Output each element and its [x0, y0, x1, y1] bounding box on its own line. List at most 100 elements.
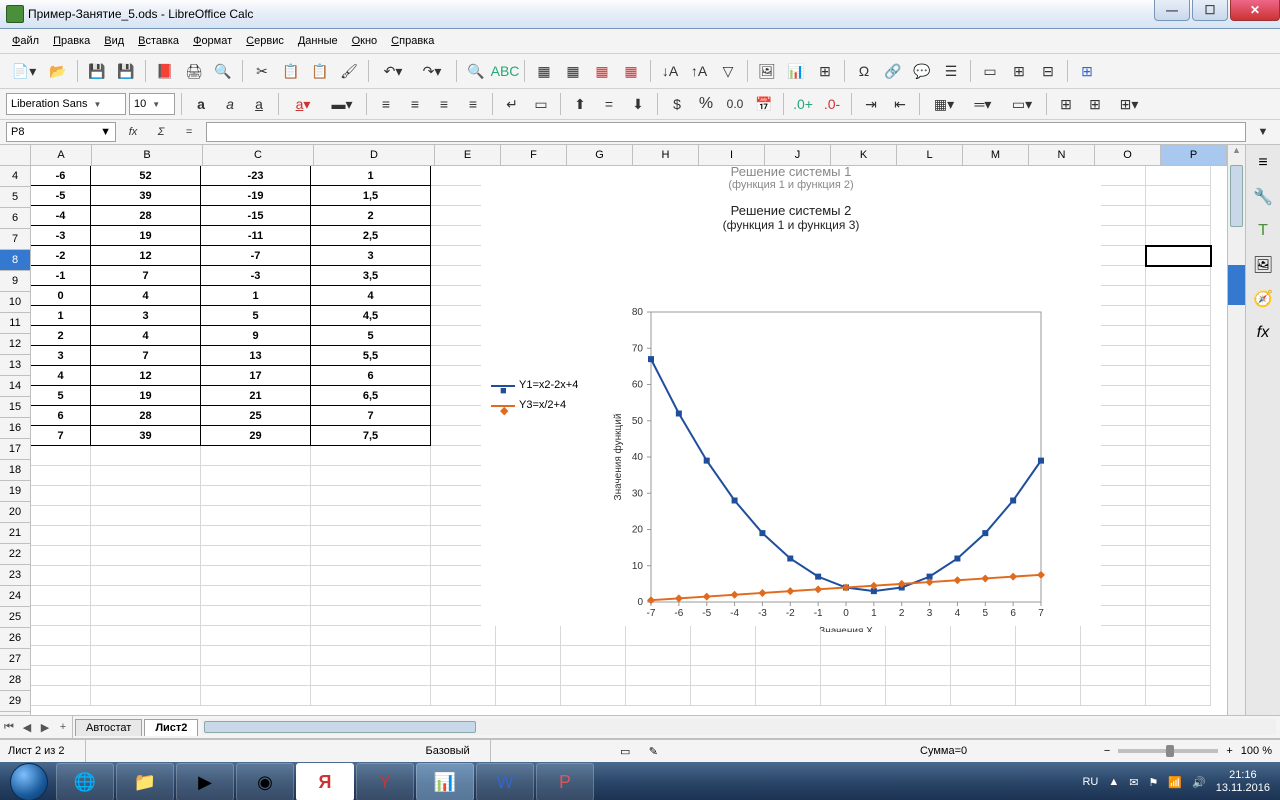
font-size-combo[interactable]: 10▼: [129, 93, 175, 115]
cell-B4[interactable]: 52: [91, 166, 201, 186]
cell-K30[interactable]: [821, 686, 886, 706]
cell-C23[interactable]: [201, 546, 311, 566]
cell-A9[interactable]: -1: [31, 266, 91, 286]
cell-A24[interactable]: [31, 566, 91, 586]
cell-B23[interactable]: [91, 546, 201, 566]
highlight-button[interactable]: ▬▾: [324, 91, 360, 117]
row-header-4[interactable]: 4: [0, 166, 30, 187]
redo-button[interactable]: ↷▾: [414, 58, 450, 84]
cell-C26[interactable]: [201, 606, 311, 626]
format-paint-button[interactable]: 🖌: [336, 58, 362, 84]
row-header-9[interactable]: 9: [0, 271, 30, 292]
cell-B22[interactable]: [91, 526, 201, 546]
vertical-scrollbar[interactable]: ▲: [1227, 145, 1245, 715]
sidebar-styles-icon[interactable]: T: [1251, 219, 1275, 243]
expand-formula-button[interactable]: ▼: [1252, 122, 1274, 142]
cell-N29[interactable]: [1016, 666, 1081, 686]
cell-B8[interactable]: 12: [91, 246, 201, 266]
row-header-16[interactable]: 16: [0, 418, 30, 439]
col-header-G[interactable]: G: [567, 145, 633, 165]
align-center-button[interactable]: ≡: [402, 91, 428, 117]
cell-P16[interactable]: [1146, 406, 1211, 426]
pdf-export-button[interactable]: 📕: [152, 58, 178, 84]
tray-volume-icon[interactable]: 🔊: [1192, 776, 1206, 789]
horizontal-scrollbar[interactable]: [202, 719, 1276, 735]
cell-L28[interactable]: [886, 646, 951, 666]
col-button[interactable]: ▦: [560, 58, 586, 84]
cell-P23[interactable]: [1146, 546, 1211, 566]
cell-B5[interactable]: 39: [91, 186, 201, 206]
cell-A17[interactable]: 7: [31, 426, 91, 446]
remove-decimal-button[interactable]: .0-: [819, 91, 845, 117]
taskbar-yandex-icon[interactable]: Я: [296, 763, 354, 800]
cell-M29[interactable]: [951, 666, 1016, 686]
cell-P11[interactable]: [1146, 306, 1211, 326]
cell-N30[interactable]: [1016, 686, 1081, 706]
dec-indent-button[interactable]: ⇤: [887, 91, 913, 117]
row-header-28[interactable]: 28: [0, 670, 30, 691]
align-right-button[interactable]: ≡: [431, 91, 457, 117]
start-button[interactable]: [2, 762, 56, 800]
cell-D25[interactable]: [311, 586, 431, 606]
wrap-button[interactable]: ↵: [499, 91, 525, 117]
cell-C22[interactable]: [201, 526, 311, 546]
cell-B18[interactable]: [91, 446, 201, 466]
menu-Вставка[interactable]: Вставка: [132, 32, 185, 50]
row-header-22[interactable]: 22: [0, 544, 30, 565]
col-header-P[interactable]: P: [1161, 145, 1227, 165]
cell-D18[interactable]: [311, 446, 431, 466]
tray-mail-icon[interactable]: ✉: [1129, 776, 1138, 789]
cell-C19[interactable]: [201, 466, 311, 486]
cell-I29[interactable]: [691, 666, 756, 686]
cell-D19[interactable]: [311, 466, 431, 486]
cell-A6[interactable]: -4: [31, 206, 91, 226]
cell-H29[interactable]: [626, 666, 691, 686]
cell-A19[interactable]: [31, 466, 91, 486]
tray-flag-icon[interactable]: ▲: [1108, 776, 1119, 788]
formula-input[interactable]: [206, 122, 1246, 142]
borders-button[interactable]: ▦▾: [926, 91, 962, 117]
new-doc-button[interactable]: 📄▾: [6, 58, 42, 84]
row-header-29[interactable]: 29: [0, 691, 30, 712]
cell-F28[interactable]: [496, 646, 561, 666]
status-signature-icon[interactable]: ✎: [649, 746, 658, 758]
open-button[interactable]: 📂: [45, 58, 71, 84]
cell-D21[interactable]: [311, 506, 431, 526]
paste-button[interactable]: 📋: [307, 58, 333, 84]
cell-M28[interactable]: [951, 646, 1016, 666]
cell-P13[interactable]: [1146, 346, 1211, 366]
cell-D9[interactable]: 3,5: [311, 266, 431, 286]
col-header-I[interactable]: I: [699, 145, 765, 165]
define-range-button[interactable]: ▭: [977, 58, 1003, 84]
tab-prev-button[interactable]: ◀: [18, 718, 36, 736]
menu-Формат[interactable]: Формат: [187, 32, 238, 50]
cell-B28[interactable]: [91, 646, 201, 666]
col-header-B[interactable]: B: [92, 145, 203, 165]
row-header-19[interactable]: 19: [0, 481, 30, 502]
cell-D4[interactable]: 1: [311, 166, 431, 186]
cell-D10[interactable]: 4: [311, 286, 431, 306]
cell-P4[interactable]: [1146, 166, 1211, 186]
tab-add-button[interactable]: +: [54, 718, 72, 736]
cell-P10[interactable]: [1146, 286, 1211, 306]
autofilter-button[interactable]: ▽: [715, 58, 741, 84]
cell-A11[interactable]: 1: [31, 306, 91, 326]
col-header-C[interactable]: C: [203, 145, 314, 165]
inc-indent-button[interactable]: ⇥: [858, 91, 884, 117]
menu-Данные[interactable]: Данные: [292, 32, 344, 50]
cell-C24[interactable]: [201, 566, 311, 586]
menu-Окно[interactable]: Окно: [346, 32, 384, 50]
cell-D27[interactable]: [311, 626, 431, 646]
col-header-M[interactable]: M: [963, 145, 1029, 165]
cut-button[interactable]: ✂: [249, 58, 275, 84]
sidebar-properties-icon[interactable]: 🔧: [1251, 185, 1275, 209]
cell-O30[interactable]: [1081, 686, 1146, 706]
row-header-25[interactable]: 25: [0, 607, 30, 628]
embedded-chart[interactable]: Решение системы 1 (функция 1 и функция 2…: [481, 166, 1101, 626]
cell-D29[interactable]: [311, 666, 431, 686]
cell-P27[interactable]: [1146, 626, 1211, 646]
cell-D24[interactable]: [311, 566, 431, 586]
cell-K29[interactable]: [821, 666, 886, 686]
cell-B26[interactable]: [91, 606, 201, 626]
zoom-in-button[interactable]: +: [1226, 745, 1232, 757]
